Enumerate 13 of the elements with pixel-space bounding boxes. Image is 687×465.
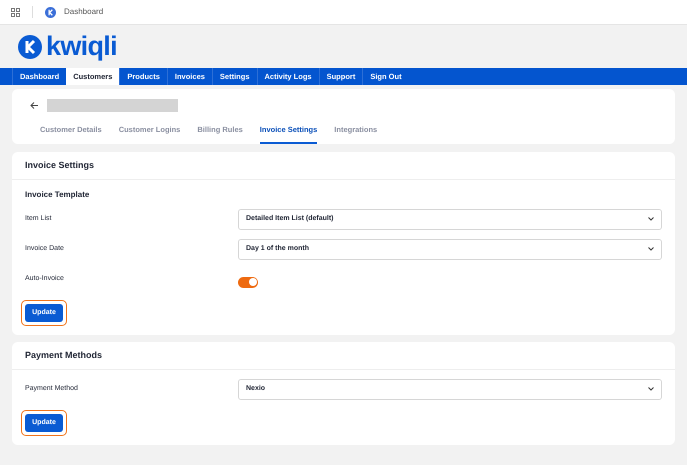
chevron-down-icon [648,247,654,251]
logo-icon [45,6,56,18]
back-arrow-icon[interactable] [30,102,38,108]
toggle-switch[interactable] [238,276,258,288]
subsection-title: Invoice Template [25,189,90,201]
brand-name: kwiqli [46,33,117,60]
chevron-down-icon [648,217,654,221]
section-title: Payment Methods [25,348,102,362]
chevron-down-icon [648,387,654,391]
section-title: Invoice Settings [25,158,94,172]
logo-icon [18,34,42,58]
apps-icon[interactable] [11,8,20,16]
tab-title[interactable]: Dashboard [64,6,104,18]
